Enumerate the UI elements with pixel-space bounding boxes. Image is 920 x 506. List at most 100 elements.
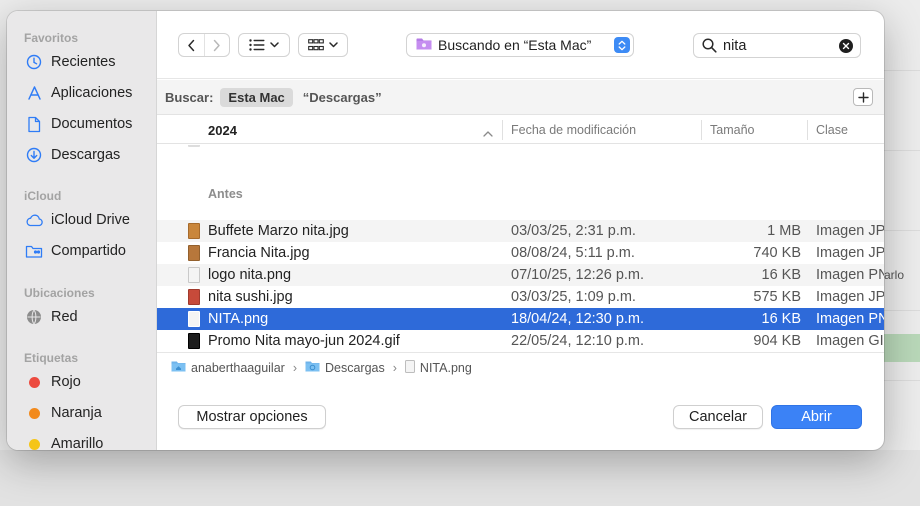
sidebar-item-documentos[interactable]: Documentos bbox=[24, 111, 150, 137]
cloud-icon bbox=[24, 210, 44, 230]
file-date: 22/05/24, 12:10 p.m. bbox=[511, 333, 645, 349]
column-separator bbox=[807, 120, 808, 140]
location-label: Buscando en “Esta Mac” bbox=[438, 37, 592, 53]
sidebar-item-recientes[interactable]: Recientes bbox=[24, 49, 150, 75]
column-kind-header[interactable]: Clase bbox=[816, 116, 848, 144]
forward-button[interactable] bbox=[203, 34, 230, 56]
search-field[interactable] bbox=[693, 33, 861, 58]
column-name-header[interactable]: 2024 bbox=[208, 116, 237, 144]
sidebar-item-descargas[interactable]: Descargas bbox=[24, 142, 150, 168]
sidebar-item-compartido[interactable]: Compartido bbox=[24, 238, 150, 264]
scope-label: Buscar: bbox=[165, 89, 214, 105]
navigation-buttons bbox=[178, 33, 230, 57]
sort-ascending-icon bbox=[483, 126, 493, 140]
file-kind: Imagen PN bbox=[816, 311, 884, 327]
file-row-selected[interactable]: NITA.png 18/04/24, 12:30 p.m. 16 KB Imag… bbox=[157, 308, 884, 330]
sidebar-tag-naranja[interactable]: Naranja bbox=[24, 400, 150, 426]
chevron-down-icon bbox=[270, 42, 279, 48]
file-date: 07/10/25, 12:26 p.m. bbox=[511, 267, 645, 283]
file-name: NITA.png bbox=[208, 311, 269, 327]
file-name: logo nita.png bbox=[208, 267, 292, 283]
plus-icon bbox=[857, 91, 869, 103]
file-kind: Imagen JP bbox=[816, 223, 884, 239]
back-button[interactable] bbox=[179, 34, 204, 56]
background-highlight-row bbox=[884, 334, 920, 362]
clock-icon bbox=[24, 52, 44, 72]
file-list: Antes Buffete Marzo nita.jpg 03/03/25, 2… bbox=[157, 145, 884, 351]
image-file-icon bbox=[188, 223, 200, 239]
sidebar-section-icloud: iCloud bbox=[24, 189, 62, 203]
file-date: 18/04/24, 12:30 p.m. bbox=[511, 311, 645, 327]
png-file-icon bbox=[188, 311, 200, 327]
list-view-button[interactable] bbox=[238, 33, 290, 57]
column-separator bbox=[701, 120, 702, 140]
document-icon bbox=[24, 114, 44, 134]
sidebar-item-label: Recientes bbox=[51, 54, 116, 70]
path-item-file[interactable]: NITA.png bbox=[404, 359, 472, 376]
background-divider bbox=[884, 70, 920, 71]
column-date-header[interactable]: Fecha de modificación bbox=[511, 116, 636, 144]
file-row[interactable]: Promo Nita mayo-jun 2024.gif 22/05/24, 1… bbox=[157, 330, 884, 351]
sidebar-section-ubicaciones: Ubicaciones bbox=[24, 286, 95, 300]
file-row[interactable]: Francia Nita.jpg 08/08/24, 5:11 p.m. 740… bbox=[157, 242, 884, 264]
cancel-button[interactable]: Cancelar bbox=[673, 405, 763, 429]
orange-tag-icon bbox=[29, 407, 40, 419]
sidebar-item-label: Documentos bbox=[51, 116, 133, 132]
scope-downloads[interactable]: “Descargas” bbox=[303, 90, 382, 105]
sidebar-item-aplicaciones[interactable]: Aplicaciones bbox=[24, 80, 150, 106]
download-icon bbox=[24, 145, 44, 165]
image-file-icon bbox=[188, 289, 200, 305]
partially-hidden-row bbox=[157, 145, 884, 151]
image-file-icon bbox=[188, 245, 200, 261]
file-name: Francia Nita.jpg bbox=[208, 245, 310, 261]
sidebar-section-etiquetas: Etiquetas bbox=[24, 351, 79, 365]
file-size: 1 MB bbox=[767, 223, 801, 239]
sidebar-item-red[interactable]: Red bbox=[24, 304, 150, 330]
file-size: 575 KB bbox=[753, 289, 801, 305]
file-date: 03/03/25, 2:31 p.m. bbox=[511, 223, 636, 239]
path-item-downloads[interactable]: Descargas bbox=[305, 360, 385, 375]
file-name: Buffete Marzo nita.jpg bbox=[208, 223, 349, 239]
file-size: 16 KB bbox=[761, 267, 802, 283]
clear-search-button[interactable] bbox=[839, 39, 853, 53]
grid-view-button[interactable] bbox=[298, 33, 348, 57]
search-icon bbox=[702, 38, 717, 53]
file-row[interactable]: logo nita.png 07/10/25, 12:26 p.m. 16 KB… bbox=[157, 264, 884, 286]
sidebar-item-icloud-drive[interactable]: iCloud Drive bbox=[24, 207, 150, 233]
show-options-button[interactable]: Mostrar opciones bbox=[178, 405, 326, 429]
background-divider bbox=[884, 380, 920, 381]
sidebar-item-label: Rojo bbox=[51, 374, 81, 390]
background-text: arlo bbox=[884, 268, 905, 282]
file-row[interactable]: nita sushi.jpg 03/03/25, 1:09 p.m. 575 K… bbox=[157, 286, 884, 308]
sidebar-section-favoritos: Favoritos bbox=[24, 31, 79, 45]
column-size-header[interactable]: Tamaño bbox=[710, 116, 754, 144]
sidebar-tag-rojo[interactable]: Rojo bbox=[24, 369, 150, 395]
sidebar: Favoritos Recientes Aplicaciones Documen… bbox=[7, 11, 157, 450]
scope-this-mac[interactable]: Esta Mac bbox=[220, 87, 293, 107]
add-criteria-button[interactable] bbox=[853, 88, 873, 106]
red-tag-icon bbox=[29, 376, 40, 388]
search-scope-bar: Buscar: Esta Mac “Descargas” bbox=[157, 80, 884, 115]
location-popup[interactable]: Buscando en “Esta Mac” bbox=[406, 33, 634, 57]
purple-folder-icon bbox=[416, 37, 432, 53]
file-kind: Imagen JP bbox=[816, 245, 884, 261]
home-folder-icon bbox=[171, 360, 186, 375]
file-size: 740 KB bbox=[753, 245, 801, 261]
background-divider bbox=[884, 310, 920, 311]
shared-folder-icon bbox=[24, 241, 44, 261]
sidebar-tag-amarillo[interactable]: Amarillo bbox=[24, 431, 150, 450]
search-input[interactable] bbox=[723, 37, 833, 54]
list-icon bbox=[249, 39, 265, 51]
sidebar-item-label: Amarillo bbox=[51, 436, 104, 450]
file-size: 16 KB bbox=[761, 311, 802, 327]
path-item-label: Descargas bbox=[325, 360, 385, 375]
path-item-label: anaberthaaguilar bbox=[191, 360, 285, 375]
chevron-left-icon bbox=[188, 39, 194, 51]
chevron-right-icon: › bbox=[392, 360, 397, 375]
open-button[interactable]: Abrir bbox=[771, 405, 862, 429]
png-file-icon bbox=[404, 359, 415, 376]
path-item-home[interactable]: anaberthaaguilar bbox=[171, 360, 285, 375]
sidebar-item-label: Naranja bbox=[51, 405, 102, 421]
chevron-right-icon bbox=[214, 39, 220, 51]
file-row[interactable]: Buffete Marzo nita.jpg 03/03/25, 2:31 p.… bbox=[157, 220, 884, 242]
